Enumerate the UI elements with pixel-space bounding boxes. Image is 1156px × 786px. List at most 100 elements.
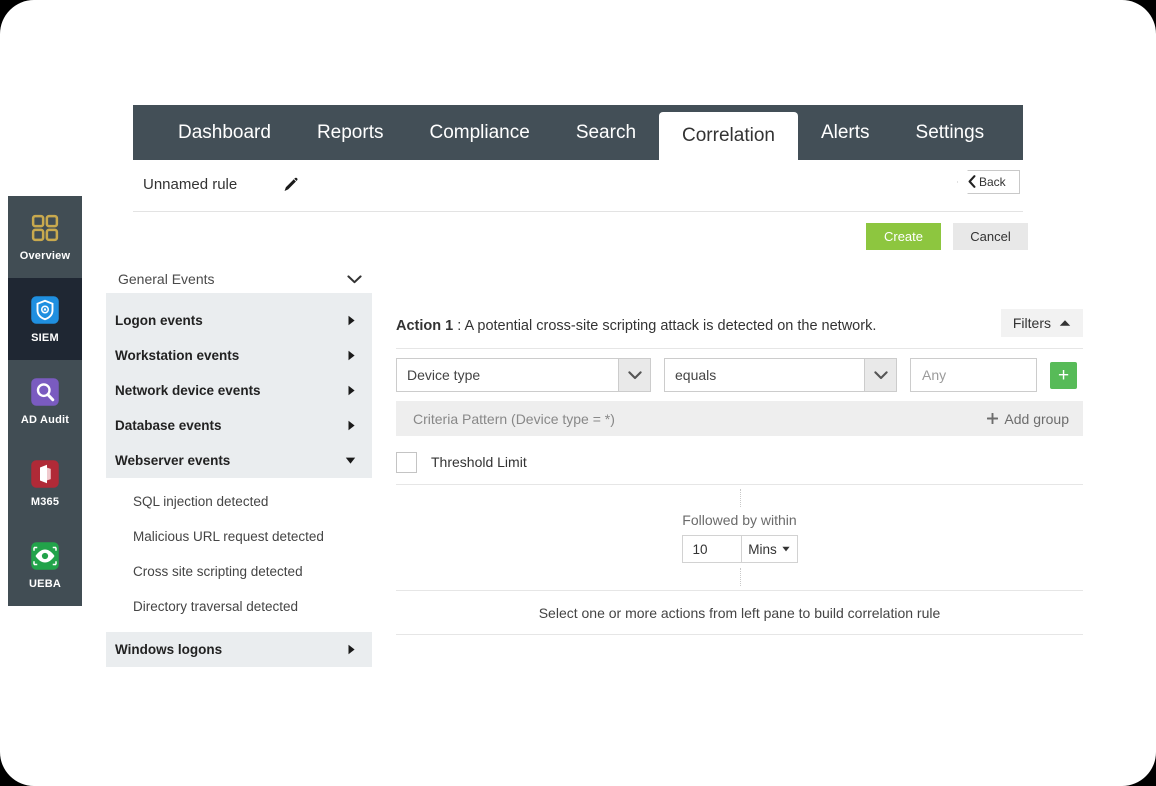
chevron-down-icon	[347, 275, 362, 284]
chevron-down-icon	[628, 371, 642, 380]
chevron-down-icon	[874, 371, 888, 380]
followed-by-within-label: Followed by within	[682, 512, 796, 528]
eye-icon	[30, 541, 60, 571]
action-header-row: Action 1 : A potential cross-site script…	[396, 304, 1083, 349]
filter-criteria-row: Device type equals Any +	[396, 358, 1083, 392]
sidebar-item-siem[interactable]: SIEM	[8, 278, 82, 360]
cancel-button[interactable]: Cancel	[953, 223, 1028, 250]
filter-field-value: Device type	[397, 367, 618, 383]
caret-right-icon	[347, 420, 356, 431]
form-action-buttons: Create Cancel	[866, 223, 1028, 250]
criteria-pattern-row: Criteria Pattern (Device type = *) Add g…	[396, 401, 1083, 436]
caret-right-icon	[347, 644, 356, 655]
add-group-button[interactable]: Add group	[987, 411, 1069, 427]
back-button-label: Back	[979, 173, 1006, 191]
caret-right-icon	[347, 315, 356, 326]
caret-down-icon	[345, 456, 356, 465]
threshold-limit-label: Threshold Limit	[431, 454, 527, 470]
connector-line-top	[740, 489, 741, 507]
back-button[interactable]: Back	[957, 170, 1020, 194]
office-icon	[30, 459, 60, 489]
create-button[interactable]: Create	[866, 223, 941, 250]
tree-group-database-events[interactable]: Database events	[106, 408, 372, 443]
connector-line-bottom	[740, 568, 741, 586]
sidebar-item-m365[interactable]: M365	[8, 442, 82, 524]
chevron-left-icon	[968, 175, 976, 188]
caret-right-icon	[347, 350, 356, 361]
caret-up-icon	[1059, 319, 1071, 327]
add-filter-button[interactable]: +	[1050, 362, 1077, 389]
sidebar-item-overview[interactable]: Overview	[8, 196, 82, 278]
tab-correlation[interactable]: Correlation	[659, 112, 798, 160]
sidebar-item-ad-audit[interactable]: AD Audit	[8, 360, 82, 442]
product-sidebar: Overview SIEM AD Audit	[8, 196, 82, 606]
action-number: Action 1	[396, 318, 453, 334]
tree-children-webserver-events: SQL injection detected Malicious URL req…	[106, 478, 372, 632]
event-tree-panel: Logon events Workstation events Network …	[106, 293, 372, 667]
tree-item-cross-site-scripting-detected[interactable]: Cross site scripting detected	[106, 554, 372, 589]
threshold-limit-row: Threshold Limit	[396, 446, 1083, 485]
tree-item-directory-traversal-detected[interactable]: Directory traversal detected	[106, 589, 372, 624]
filter-field-select[interactable]: Device type	[396, 358, 651, 392]
grid-icon	[30, 213, 60, 243]
main-navigation: Dashboard Reports Compliance Search Corr…	[133, 105, 1023, 160]
action-description-text: A potential cross-site scripting attack …	[465, 318, 877, 334]
rule-name-label: Unnamed rule	[143, 176, 237, 193]
sidebar-item-label: SIEM	[31, 332, 59, 344]
plus-icon: +	[1058, 366, 1069, 385]
sidebar-item-ueba[interactable]: UEBA	[8, 524, 82, 606]
tab-search[interactable]: Search	[553, 105, 659, 160]
sidebar-item-label: Overview	[20, 250, 71, 262]
builder-hint-text: Select one or more actions from left pan…	[539, 605, 941, 621]
tab-reports[interactable]: Reports	[294, 105, 407, 160]
tree-group-label: Webserver events	[115, 453, 230, 468]
tree-item-sql-injection-detected[interactable]: SQL injection detected	[106, 484, 372, 519]
nav-tab-list: Dashboard Reports Compliance Search Corr…	[133, 105, 1023, 160]
filter-operator-select[interactable]: equals	[664, 358, 897, 392]
followed-by-within-unit-select[interactable]: Mins	[742, 536, 797, 562]
filter-value-input[interactable]: Any	[910, 358, 1037, 392]
event-category-label: General Events	[118, 271, 215, 287]
filter-value-placeholder: Any	[911, 367, 957, 383]
filter-operator-dropdown-arrow[interactable]	[864, 359, 896, 391]
followed-by-within-unit-label: Mins	[748, 542, 777, 557]
rule-header-bar: Unnamed rule Back	[133, 160, 1023, 212]
tab-settings[interactable]: Settings	[893, 105, 1008, 160]
tree-group-label: Workstation events	[115, 348, 239, 363]
magnifier-icon	[30, 377, 60, 407]
tab-dashboard[interactable]: Dashboard	[155, 105, 294, 160]
pencil-icon[interactable]	[280, 174, 302, 196]
tree-group-label: Network device events	[115, 383, 261, 398]
tree-group-label: Windows logons	[115, 642, 222, 657]
followed-by-within-controls: 10 Mins	[682, 535, 798, 563]
tab-alerts[interactable]: Alerts	[798, 105, 893, 160]
tab-compliance[interactable]: Compliance	[406, 105, 552, 160]
sidebar-item-label: AD Audit	[21, 414, 69, 426]
shield-icon	[30, 295, 60, 325]
tree-group-workstation-events[interactable]: Workstation events	[106, 338, 372, 373]
tree-group-windows-logons[interactable]: Windows logons	[106, 632, 372, 667]
caret-down-icon	[782, 546, 790, 552]
action-separator: :	[453, 318, 464, 334]
filters-label: Filters	[1013, 315, 1051, 331]
filter-operator-value: equals	[665, 367, 864, 383]
followed-by-within-value-input[interactable]: 10	[683, 536, 742, 562]
plus-icon	[987, 413, 998, 424]
caret-right-icon	[347, 385, 356, 396]
tree-group-network-device-events[interactable]: Network device events	[106, 373, 372, 408]
tree-item-malicious-url-request-detected[interactable]: Malicious URL request detected	[106, 519, 372, 554]
tree-group-label: Database events	[115, 418, 222, 433]
followed-by-within-block: Followed by within 10 Mins	[396, 485, 1083, 591]
tree-group-label: Logon events	[115, 313, 203, 328]
filters-toggle-button[interactable]: Filters	[1001, 309, 1083, 337]
app-window: Overview SIEM AD Audit	[0, 0, 1156, 786]
add-group-label: Add group	[1004, 411, 1069, 427]
threshold-limit-checkbox[interactable]	[396, 452, 417, 473]
tree-group-logon-events[interactable]: Logon events	[106, 303, 372, 338]
tree-group-webserver-events[interactable]: Webserver events	[106, 443, 372, 478]
action-description: Action 1 : A potential cross-site script…	[396, 318, 876, 334]
filter-field-dropdown-arrow[interactable]	[618, 359, 650, 391]
sidebar-item-label: UEBA	[29, 578, 61, 590]
correlation-rule-builder: Action 1 : A potential cross-site script…	[396, 304, 1083, 635]
event-category-selector[interactable]: General Events	[110, 266, 372, 292]
